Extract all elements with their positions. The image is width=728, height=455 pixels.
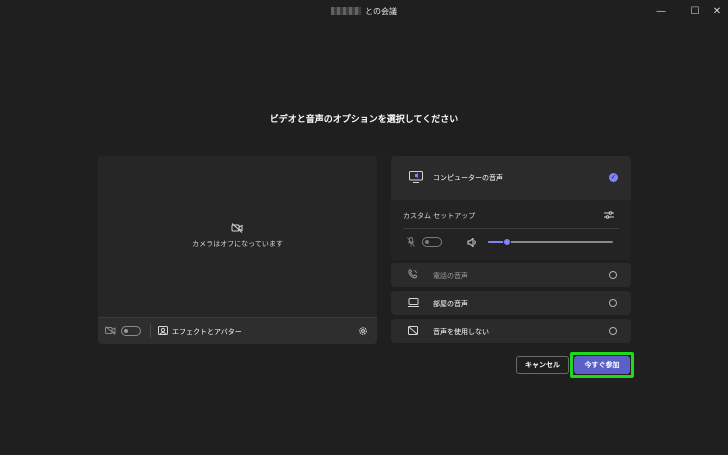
cancel-button[interactable]: キャンセル bbox=[516, 356, 569, 374]
room-audio-option[interactable]: 部屋の音声 bbox=[391, 291, 631, 315]
minimize-icon: — bbox=[656, 5, 666, 17]
effects-avatars-button[interactable]: エフェクトとアバター bbox=[156, 322, 266, 340]
mic-toggle-knob bbox=[425, 240, 429, 244]
window-title: との会議 bbox=[0, 0, 728, 22]
no-audio-label: 音声を使用しない bbox=[433, 328, 489, 336]
close-button[interactable]: ✕ bbox=[704, 0, 728, 22]
custom-setup-label: カスタム セットアップ bbox=[403, 212, 476, 220]
video-preview-area bbox=[98, 156, 377, 317]
mic-toggle[interactable] bbox=[422, 237, 442, 247]
window-title-text: との会議 bbox=[365, 6, 397, 16]
title-bar: との会議 — ☐ ✕ bbox=[0, 0, 728, 22]
custom-setup-divider bbox=[403, 228, 619, 229]
effects-icon bbox=[158, 326, 168, 335]
computer-audio-icon bbox=[409, 171, 423, 183]
camera-toggle[interactable] bbox=[121, 326, 141, 336]
room-audio-radio[interactable] bbox=[609, 299, 617, 307]
camera-icon bbox=[105, 326, 116, 335]
phone-icon bbox=[408, 269, 418, 279]
no-audio-icon bbox=[408, 326, 418, 335]
phone-audio-option[interactable]: 電話の音声 bbox=[391, 263, 631, 287]
mic-off-icon bbox=[407, 237, 415, 247]
no-audio-radio[interactable] bbox=[609, 327, 617, 335]
phone-audio-radio[interactable] bbox=[609, 271, 617, 279]
volume-slider-thumb[interactable] bbox=[502, 238, 511, 246]
room-audio-icon bbox=[408, 298, 419, 307]
preview-toolbar: エフェクトとアバター bbox=[98, 317, 377, 344]
selected-check-icon: ✓ bbox=[609, 173, 618, 182]
camera-off-icon bbox=[231, 223, 243, 233]
camera-toggle-knob bbox=[124, 329, 128, 333]
video-preview bbox=[98, 156, 377, 343]
computer-audio-label: コンピューターの音声 bbox=[433, 174, 503, 182]
page-heading: ビデオと音声のオプションを選択してください bbox=[269, 115, 459, 125]
room-audio-label: 部屋の音声 bbox=[433, 300, 468, 308]
phone-audio-label: 電話の音声 bbox=[433, 272, 468, 280]
audio-settings-sliders-icon[interactable] bbox=[604, 211, 614, 219]
camera-off-text: カメラはオフになっています bbox=[192, 240, 283, 248]
volume-slider-track[interactable] bbox=[488, 238, 613, 246]
close-icon: ✕ bbox=[712, 5, 722, 17]
custom-setup-panel bbox=[391, 200, 631, 260]
computer-audio-option[interactable]: コンピューターの音声 ✓ カスタム セットアップ bbox=[391, 156, 631, 260]
redacted-meeting-name bbox=[331, 7, 362, 15]
maximize-icon: ☐ bbox=[690, 5, 700, 17]
minimize-button[interactable]: — bbox=[648, 0, 674, 22]
join-now-button[interactable]: 今すぐ参加 bbox=[574, 356, 630, 374]
speaker-icon bbox=[467, 238, 476, 247]
toolbar-divider bbox=[150, 324, 151, 338]
settings-gear-icon[interactable] bbox=[358, 326, 368, 336]
no-audio-option[interactable]: 音声を使用しない bbox=[391, 319, 631, 343]
effects-label: エフェクトとアバター bbox=[172, 328, 242, 336]
